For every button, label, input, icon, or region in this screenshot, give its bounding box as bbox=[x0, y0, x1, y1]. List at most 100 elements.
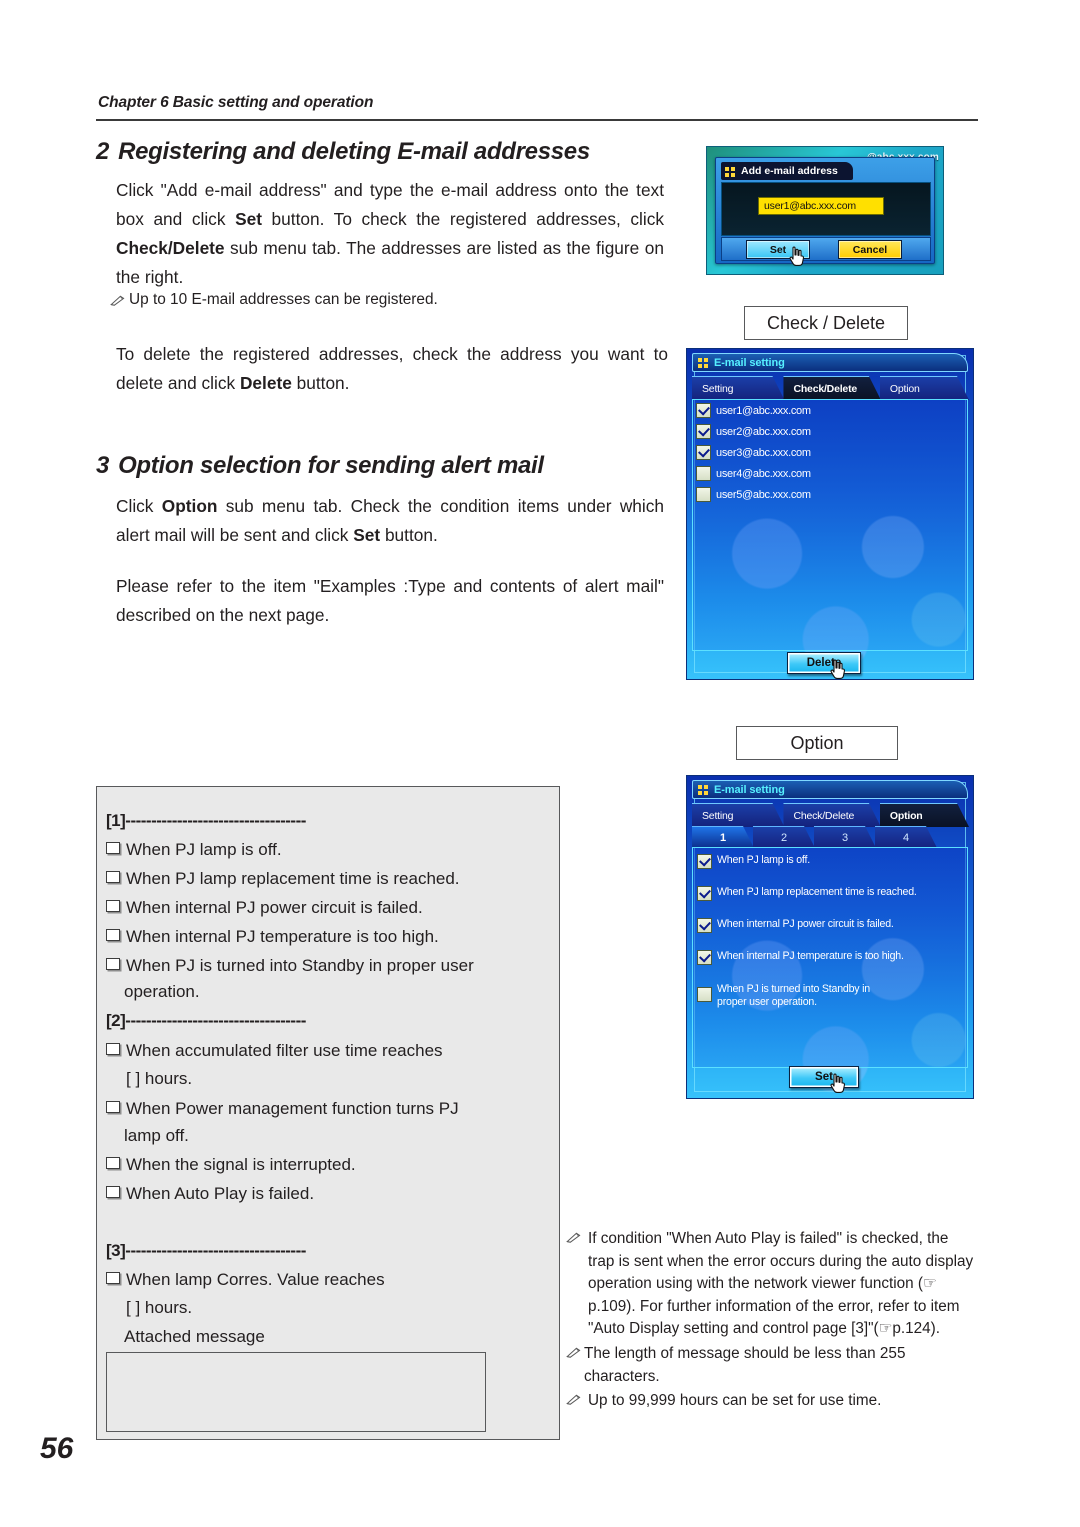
subtab-2[interactable]: 2 bbox=[753, 826, 815, 848]
checkbox-icon[interactable] bbox=[696, 403, 711, 418]
group-1-item-1: When PJ lamp is off. bbox=[106, 835, 282, 864]
tab-setting[interactable]: Setting bbox=[692, 376, 784, 400]
pencil-icon bbox=[110, 290, 125, 314]
item-label: When Auto Play is failed. bbox=[126, 1184, 315, 1203]
add-email-dialog-body: user1@abc.xxx.com bbox=[721, 182, 931, 236]
list-item[interactable]: When PJ lamp is off. bbox=[693, 854, 967, 869]
group-1-item-5-continuation: operation. bbox=[124, 982, 200, 1001]
section-2-paragraph-2: To delete the registered addresses, chec… bbox=[116, 344, 668, 393]
attached-message-label: Attached message bbox=[124, 1327, 265, 1346]
empty-checkbox-icon bbox=[106, 1043, 120, 1055]
list-item[interactable]: user1@abc.xxx.com bbox=[693, 400, 967, 421]
checkbox-icon[interactable] bbox=[697, 918, 712, 933]
main-tabs: Setting Check/Delete Option bbox=[692, 376, 968, 399]
email-address-input[interactable]: user1@abc.xxx.com bbox=[758, 197, 884, 215]
add-email-dialog-title: Add e-mail address bbox=[741, 165, 838, 177]
page-number: 56 bbox=[40, 1432, 74, 1465]
tab-check-delete[interactable]: Check/Delete bbox=[783, 376, 880, 400]
email-address-label: user3@abc.xxx.com bbox=[716, 446, 811, 459]
empty-checkbox-icon bbox=[106, 1272, 120, 1284]
empty-checkbox-icon bbox=[106, 929, 120, 941]
group-1-marker: [1]----------------------------------- bbox=[106, 811, 306, 830]
alert-condition-list: When PJ lamp is off. When PJ lamp replac… bbox=[692, 847, 968, 1068]
add-email-dialog-buttonbar: Set Cancel bbox=[721, 237, 931, 261]
empty-checkbox-icon bbox=[106, 1157, 120, 1169]
list-item[interactable]: When internal PJ power circuit is failed… bbox=[693, 918, 967, 933]
condition-label: When PJ lamp is off. bbox=[717, 854, 810, 866]
checkbox-icon[interactable] bbox=[697, 854, 712, 869]
email-setting-titlebar: E-mail setting bbox=[692, 780, 968, 799]
note-1: If condition "When Auto Play is failed" … bbox=[566, 1228, 978, 1341]
hand-cursor-icon bbox=[788, 246, 805, 266]
list-item[interactable]: user2@abc.xxx.com bbox=[693, 421, 967, 442]
tab-check-delete[interactable]: Check/Delete bbox=[783, 803, 880, 827]
group-3-item-1-continuation: [ ] hours. bbox=[126, 1298, 193, 1317]
section-3-title: Option selection for sending alert mail bbox=[118, 452, 544, 479]
item-label: When internal PJ power circuit is failed… bbox=[126, 898, 423, 917]
group-2-marker: [2]----------------------------------- bbox=[106, 1011, 306, 1030]
subtab-3[interactable]: 3 bbox=[814, 826, 876, 848]
group-1-item-5: When PJ is turned into Standby in proper… bbox=[106, 951, 474, 980]
group-1-item-2: When PJ lamp replacement time is reached… bbox=[106, 864, 460, 893]
main-tabs: Setting Check/Delete Option bbox=[692, 803, 968, 826]
item-label: When lamp Corres. Value reaches bbox=[126, 1270, 385, 1289]
list-item[interactable]: When internal PJ temperature is too high… bbox=[693, 950, 967, 965]
tab-option[interactable]: Option bbox=[880, 803, 969, 827]
note-2-text: The length of message should be less tha… bbox=[584, 1344, 906, 1385]
pencil-icon bbox=[566, 1228, 581, 1341]
checkbox-icon[interactable] bbox=[696, 445, 711, 460]
callout-check-delete: Check / Delete bbox=[744, 306, 908, 340]
condition-label: When PJ lamp replacement time is reached… bbox=[717, 886, 917, 898]
checkbox-icon[interactable] bbox=[697, 987, 712, 1002]
list-item[interactable]: When PJ lamp replacement time is reached… bbox=[693, 886, 967, 901]
checkbox-icon[interactable] bbox=[696, 424, 711, 439]
item-label: When PJ lamp is off. bbox=[126, 840, 282, 859]
empty-checkbox-icon bbox=[106, 958, 120, 970]
section-2-number: 2 bbox=[96, 138, 110, 165]
delete-button[interactable]: Delete bbox=[787, 652, 861, 674]
set-button[interactable]: Set bbox=[789, 1066, 859, 1088]
header-rule bbox=[96, 119, 978, 121]
section-3-paragraph-2: Please refer to the item "Examples :Type… bbox=[116, 576, 664, 625]
attached-message-field[interactable] bbox=[106, 1352, 486, 1432]
group-2-item-1: When accumulated filter use time reaches bbox=[106, 1036, 443, 1065]
figure-option-window: E-mail setting Setting Check/Delete Opti… bbox=[686, 775, 974, 1099]
list-item[interactable]: user4@abc.xxx.com bbox=[693, 463, 967, 484]
list-item[interactable]: When PJ is turned into Standby in proper… bbox=[693, 983, 902, 1009]
checkbox-icon[interactable] bbox=[697, 886, 712, 901]
figure-add-email-address: @abc.xxx.com Add e-mail address user1@ab… bbox=[706, 146, 944, 275]
tab-setting[interactable]: Setting bbox=[692, 803, 784, 827]
subtab-1[interactable]: 1 bbox=[692, 826, 754, 848]
section-2-title: Registering and deleting E-mail addresse… bbox=[118, 138, 590, 165]
list-item[interactable]: user3@abc.xxx.com bbox=[693, 442, 967, 463]
subtab-4[interactable]: 4 bbox=[875, 826, 937, 848]
note-1-text: If condition "When Auto Play is failed" … bbox=[588, 1230, 974, 1338]
email-address-label: user2@abc.xxx.com bbox=[716, 425, 811, 438]
checkbox-icon[interactable] bbox=[696, 466, 711, 481]
hand-cursor-icon bbox=[829, 1073, 846, 1093]
checkbox-icon[interactable] bbox=[697, 950, 712, 965]
empty-checkbox-icon bbox=[106, 1186, 120, 1198]
callout-option: Option bbox=[736, 726, 898, 760]
note-3-text: Up to 99,999 hours can be set for use ti… bbox=[588, 1392, 882, 1410]
window-menu-icon bbox=[725, 166, 737, 177]
cancel-button[interactable]: Cancel bbox=[838, 240, 902, 259]
chapter-header: Chapter 6 Basic setting and operation bbox=[98, 94, 374, 111]
section-2-heading: 2 Registering and deleting E-mail address… bbox=[96, 138, 590, 166]
hand-cursor-icon bbox=[829, 659, 846, 679]
condition-label: When internal PJ temperature is too high… bbox=[717, 950, 904, 962]
email-address-label: user4@abc.xxx.com bbox=[716, 467, 811, 480]
checkbox-icon[interactable] bbox=[696, 487, 711, 502]
email-setting-title: E-mail setting bbox=[714, 356, 785, 369]
tab-option[interactable]: Option bbox=[880, 376, 969, 400]
pencil-icon bbox=[566, 1390, 581, 1413]
window-menu-icon bbox=[698, 357, 710, 368]
figure-check-delete-window: E-mail setting Setting Check/Delete Opti… bbox=[686, 348, 974, 680]
item-label: When internal PJ temperature is too high… bbox=[126, 927, 439, 946]
right-notes: If condition "When Auto Play is failed" … bbox=[566, 1228, 978, 1415]
group-3-marker: [3]----------------------------------- bbox=[106, 1241, 306, 1260]
item-label: When Power management function turns PJ bbox=[126, 1099, 459, 1118]
add-email-dialog: Add e-mail address user1@abc.xxx.com Set… bbox=[715, 157, 935, 266]
condition-label: When PJ is turned into Standby in proper… bbox=[717, 983, 870, 1008]
list-item[interactable]: user5@abc.xxx.com bbox=[693, 484, 967, 505]
